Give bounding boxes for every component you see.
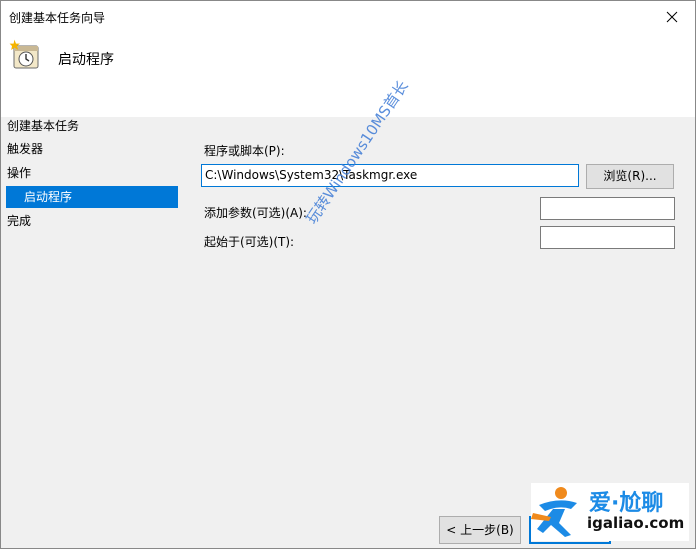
close-icon [666,11,678,22]
steps-pane: 创建基本任务 触发器 操作 启动程序 完成 [1,117,191,548]
startin-label: 起始于(可选)(T): [204,235,295,249]
window-title: 创建基本任务向导 [9,11,106,25]
args-label: 添加参数(可选)(A): [204,206,307,220]
step-start-program[interactable]: 启动程序 [6,186,178,208]
step-create-task[interactable]: 创建基本任务 [7,115,79,137]
startin-input[interactable] [540,226,675,249]
site-logo: 爱·尬聊 igaliao.com [531,483,689,541]
wizard-header: 启动程序 [1,32,695,117]
runner-logo-icon [531,487,577,537]
step-trigger[interactable]: 触发器 [7,138,43,160]
step-action[interactable]: 操作 [7,162,31,184]
close-button[interactable] [649,1,695,32]
title-bar: 创建基本任务向导 [1,1,695,32]
program-input[interactable]: C:\Windows\System32\Taskmgr.exe [201,164,579,187]
program-label: 程序或脚本(P): [204,144,285,158]
args-input[interactable] [540,197,675,220]
wizard-window: 创建基本任务向导 启动程序 创建基本任务 触发器 操作 启动程序 完成 程序或脚… [0,0,696,549]
logo-url: igaliao.com [587,514,685,532]
page-title: 启动程序 [58,52,114,68]
back-button[interactable]: < 上一步(B) [439,516,521,544]
step-finish[interactable]: 完成 [7,210,31,232]
logo-name: 爱·尬聊 [589,491,664,516]
browse-button[interactable]: 浏览(R)... [586,164,674,189]
task-clock-icon [9,39,39,69]
